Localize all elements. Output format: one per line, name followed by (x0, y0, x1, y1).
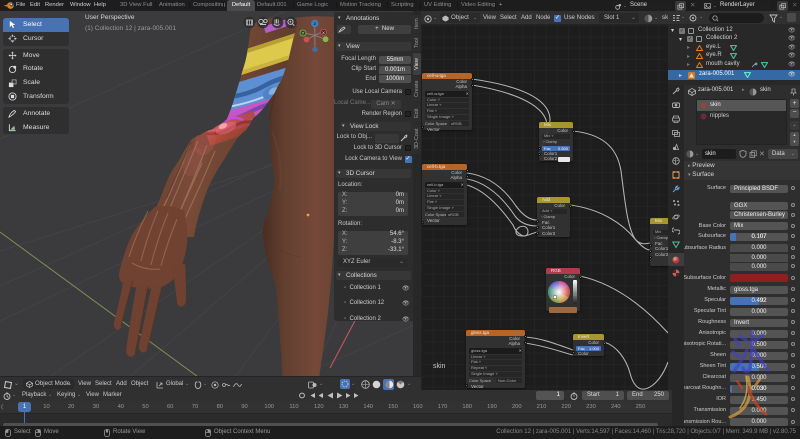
svg-text:Y: Y (302, 31, 305, 36)
svg-text:X: X (322, 30, 325, 35)
